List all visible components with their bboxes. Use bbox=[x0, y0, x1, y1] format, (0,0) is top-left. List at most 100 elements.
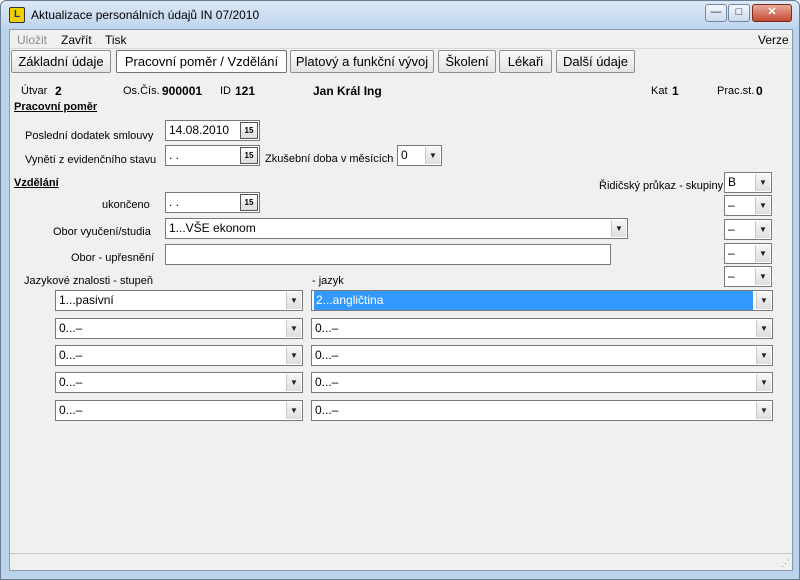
jazyk-select-3[interactable]: 0...– ▼ bbox=[311, 345, 773, 366]
ridicsky-skupina-3[interactable]: – ▼ bbox=[724, 219, 772, 240]
menu-verze[interactable]: Verze bbox=[758, 33, 789, 47]
jazyk-value: 2...angličtina bbox=[314, 291, 753, 310]
tab-skoleni[interactable]: Školení bbox=[438, 50, 496, 73]
chevron-down-icon[interactable]: ▼ bbox=[286, 292, 301, 309]
chevron-down-icon[interactable]: ▼ bbox=[755, 245, 770, 262]
ukonceno-label: ukončeno bbox=[102, 199, 150, 211]
obor-value: 1...VŠE ekonom bbox=[169, 221, 256, 235]
jazyk-select-4[interactable]: 0...– ▼ bbox=[311, 372, 773, 393]
jazyk-stupen-select-3[interactable]: 0...– ▼ bbox=[55, 345, 303, 366]
chevron-down-icon[interactable]: ▼ bbox=[756, 374, 771, 391]
ridicsky-skupina-value: – bbox=[728, 269, 735, 283]
menu-ulozit[interactable]: Uložit bbox=[17, 33, 47, 47]
jazyk-select-2[interactable]: 0...– ▼ bbox=[311, 318, 773, 339]
ridicsky-skupina-4[interactable]: – ▼ bbox=[724, 243, 772, 264]
zkusebni-doba-value: 0 bbox=[401, 148, 408, 162]
obor-upresneni-input[interactable] bbox=[165, 244, 611, 265]
ridicsky-skupina-value: B bbox=[728, 175, 737, 189]
tab-lekari[interactable]: Lékaři bbox=[499, 50, 552, 73]
app-window: L Aktualizace personálních údajů IN 07/2… bbox=[0, 0, 800, 580]
chevron-down-icon[interactable]: ▼ bbox=[755, 268, 770, 285]
employee-name: Jan Král Ing bbox=[313, 84, 382, 98]
ukonceno-value: . . bbox=[169, 195, 180, 209]
kat-label: Kat bbox=[651, 85, 668, 97]
zkusebni-doba-select[interactable]: 0 ▼ bbox=[397, 145, 442, 166]
oscis-label: Os.Čís. bbox=[123, 85, 160, 97]
utvar-label: Útvar bbox=[21, 85, 48, 97]
calendar-icon[interactable]: 15 bbox=[240, 147, 258, 164]
title-bar: L Aktualizace personálních údajů IN 07/2… bbox=[1, 1, 799, 27]
jazyk-value: 0...– bbox=[315, 375, 339, 389]
jazyk-stupen-value: 1...pasivní bbox=[59, 293, 114, 307]
chevron-down-icon[interactable]: ▼ bbox=[756, 292, 771, 309]
chevron-down-icon[interactable]: ▼ bbox=[755, 221, 770, 238]
ridicsky-prukaz-label: Řidičský průkaz - skupiny bbox=[599, 180, 724, 192]
ridicsky-skupina-value: – bbox=[728, 222, 735, 236]
client-area: Uložit Zavřít Tisk Verze Základní údaje … bbox=[9, 29, 793, 571]
ridicsky-skupina-1[interactable]: B ▼ bbox=[724, 172, 772, 193]
tab-bar: Základní údaje Pracovní poměr / Vzdělání… bbox=[10, 49, 792, 75]
ridicsky-skupina-value: – bbox=[728, 246, 735, 260]
jazyk-stupen-select-1[interactable]: 1...pasivní ▼ bbox=[55, 290, 303, 311]
ridicsky-skupina-value: – bbox=[728, 198, 735, 212]
ridicsky-skupina-2[interactable]: – ▼ bbox=[724, 195, 772, 216]
app-logo-icon: L bbox=[9, 7, 25, 23]
tab-zakladni-udaje[interactable]: Základní údaje bbox=[11, 50, 111, 73]
calendar-icon[interactable]: 15 bbox=[240, 194, 258, 211]
jazyk-stupen-value: 0...– bbox=[59, 321, 83, 335]
id-label: ID bbox=[220, 85, 231, 97]
oscis-value: 900001 bbox=[162, 84, 203, 98]
jazyk-value: 0...– bbox=[315, 403, 339, 417]
jazyk-select-5[interactable]: 0...– ▼ bbox=[311, 400, 773, 421]
jazyk-stupen-value: 0...– bbox=[59, 403, 83, 417]
id-value: 121 bbox=[235, 84, 256, 98]
section-pracovni-pomer: Pracovní poměr bbox=[14, 101, 98, 113]
kat-value: 1 bbox=[672, 84, 679, 98]
window-title: Aktualizace personálních údajů IN 07/201… bbox=[31, 8, 260, 22]
jazyk-stupen-select-2[interactable]: 0...– ▼ bbox=[55, 318, 303, 339]
chevron-down-icon[interactable]: ▼ bbox=[286, 347, 301, 364]
posledni-dodatek-value: 14.08.2010 bbox=[169, 123, 230, 137]
close-button[interactable]: ✕ bbox=[752, 4, 792, 22]
chevron-down-icon[interactable]: ▼ bbox=[756, 347, 771, 364]
status-bar: ⋰ bbox=[10, 553, 792, 570]
pracst-value: 0 bbox=[756, 84, 763, 98]
zkusebni-doba-label: Zkušební doba v měsících bbox=[265, 153, 394, 165]
resize-grip-icon[interactable]: ⋰ bbox=[781, 558, 790, 569]
minimize-button[interactable]: — bbox=[705, 4, 727, 22]
tab-dalsi-udaje[interactable]: Další údaje bbox=[556, 50, 635, 73]
chevron-down-icon[interactable]: ▼ bbox=[755, 174, 770, 191]
jazyk-label: - jazyk bbox=[312, 275, 344, 287]
chevron-down-icon[interactable]: ▼ bbox=[286, 374, 301, 391]
chevron-down-icon[interactable]: ▼ bbox=[756, 320, 771, 337]
obor-label: Obor vyučení/studia bbox=[53, 226, 151, 238]
ridicsky-skupina-5[interactable]: – ▼ bbox=[724, 266, 772, 287]
jazyk-stupen-value: 0...– bbox=[59, 375, 83, 389]
obor-upresneni-label: Obor - upřesnění bbox=[71, 252, 155, 264]
jazyk-stupen-select-5[interactable]: 0...– ▼ bbox=[55, 400, 303, 421]
tab-platovy-vyvoj[interactable]: Platový a funkční vývoj bbox=[290, 50, 434, 73]
chevron-down-icon[interactable]: ▼ bbox=[756, 402, 771, 419]
jazyk-stupen-value: 0...– bbox=[59, 348, 83, 362]
chevron-down-icon[interactable]: ▼ bbox=[286, 320, 301, 337]
posledni-dodatek-label: Poslední dodatek smlouvy bbox=[25, 130, 154, 142]
jazyk-stupen-select-4[interactable]: 0...– ▼ bbox=[55, 372, 303, 393]
utvar-value: 2 bbox=[55, 84, 62, 98]
jazyk-select-1[interactable]: 2...angličtina ▼ bbox=[311, 290, 773, 311]
menu-zavrit[interactable]: Zavřít bbox=[61, 33, 92, 47]
menu-bar: Uložit Zavřít Tisk Verze bbox=[10, 30, 792, 49]
chevron-down-icon[interactable]: ▼ bbox=[755, 197, 770, 214]
obor-select[interactable]: 1...VŠE ekonom ▼ bbox=[165, 218, 628, 239]
pracst-label: Prac.st. bbox=[717, 85, 755, 97]
tab-pracovni-pomer-vzdelani[interactable]: Pracovní poměr / Vzdělání bbox=[116, 50, 287, 73]
chevron-down-icon[interactable]: ▼ bbox=[286, 402, 301, 419]
menu-tisk[interactable]: Tisk bbox=[105, 33, 127, 47]
calendar-icon[interactable]: 15 bbox=[240, 122, 258, 139]
chevron-down-icon[interactable]: ▼ bbox=[611, 220, 626, 237]
vynet-value: . . bbox=[169, 148, 180, 162]
chevron-down-icon[interactable]: ▼ bbox=[425, 147, 440, 164]
jazyk-value: 0...– bbox=[315, 321, 339, 335]
jazyk-value: 0...– bbox=[315, 348, 339, 362]
maximize-button[interactable]: □ bbox=[728, 4, 750, 22]
jazyk-stupen-label: Jazykové znalosti - stupeň bbox=[24, 275, 154, 287]
